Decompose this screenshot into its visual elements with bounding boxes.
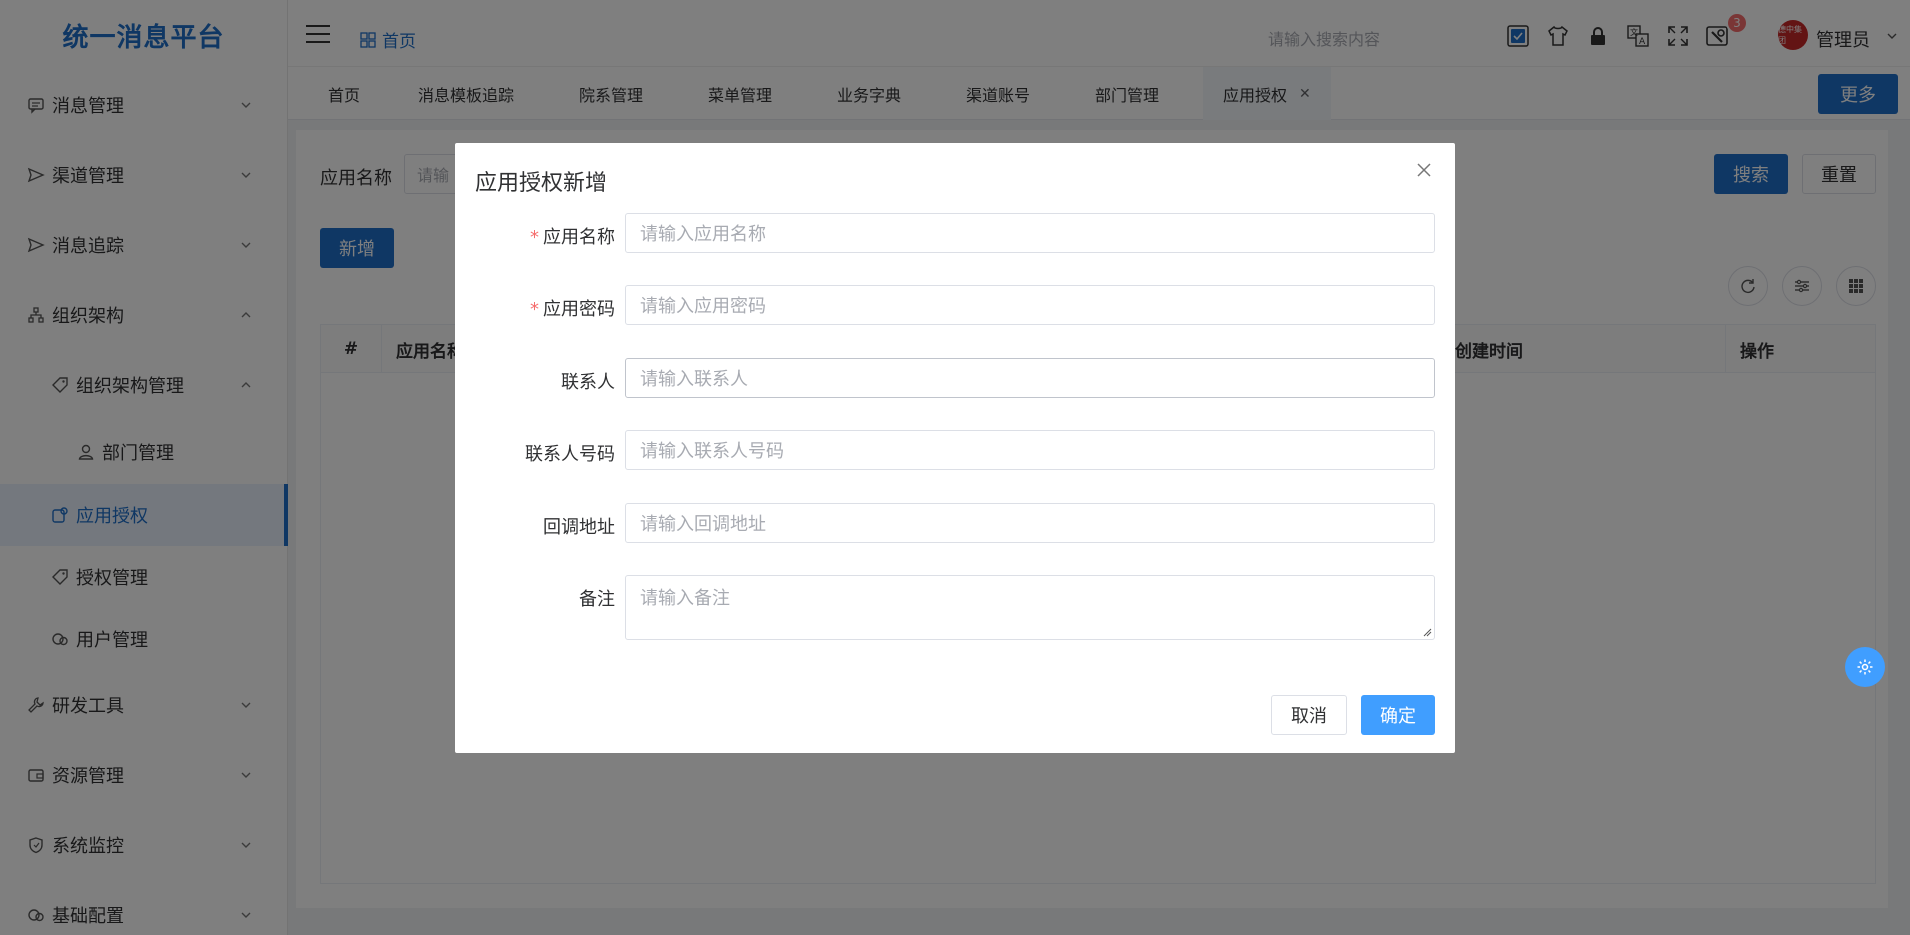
confirm-button[interactable]: 确定 xyxy=(1361,695,1435,735)
add-app-authorization-dialog: 应用授权新增 * 应用名称 请输入应用名称 * 应用密码 请输入应用密码 联系人 请… xyxy=(455,143,1455,753)
contact-input[interactable]: 请输入联系人 xyxy=(625,358,1435,398)
callback-url-input[interactable]: 请输入回调地址 xyxy=(625,503,1435,543)
form-label: * 应用密码 xyxy=(530,295,615,321)
remark-textarea[interactable]: 请输入备注 xyxy=(625,575,1435,640)
resize-handle-icon[interactable] xyxy=(1422,627,1432,637)
contact-phone-input[interactable]: 请输入联系人号码 xyxy=(625,430,1435,470)
form-label: 联系人号码 xyxy=(525,444,615,465)
form-label: * 应用名称 xyxy=(530,223,615,249)
settings-float-button[interactable] xyxy=(1845,647,1885,687)
close-icon[interactable] xyxy=(1415,161,1433,179)
required-mark: * xyxy=(530,227,539,248)
form-label-text: 应用密码 xyxy=(543,299,615,320)
form-label-text: 应用名称 xyxy=(543,227,615,248)
cancel-button[interactable]: 取消 xyxy=(1271,695,1347,735)
form-label: 联系人 xyxy=(561,372,615,393)
form-label: 回调地址 xyxy=(543,517,615,538)
app-secret-input[interactable]: 请输入应用密码 xyxy=(625,285,1435,325)
app-name-input[interactable]: 请输入应用名称 xyxy=(625,213,1435,253)
dialog-title: 应用授权新增 xyxy=(475,171,608,196)
gear-icon xyxy=(1857,659,1873,675)
required-mark: * xyxy=(530,299,539,320)
form-label: 备注 xyxy=(579,589,615,610)
remark-placeholder: 请输入备注 xyxy=(640,588,730,609)
